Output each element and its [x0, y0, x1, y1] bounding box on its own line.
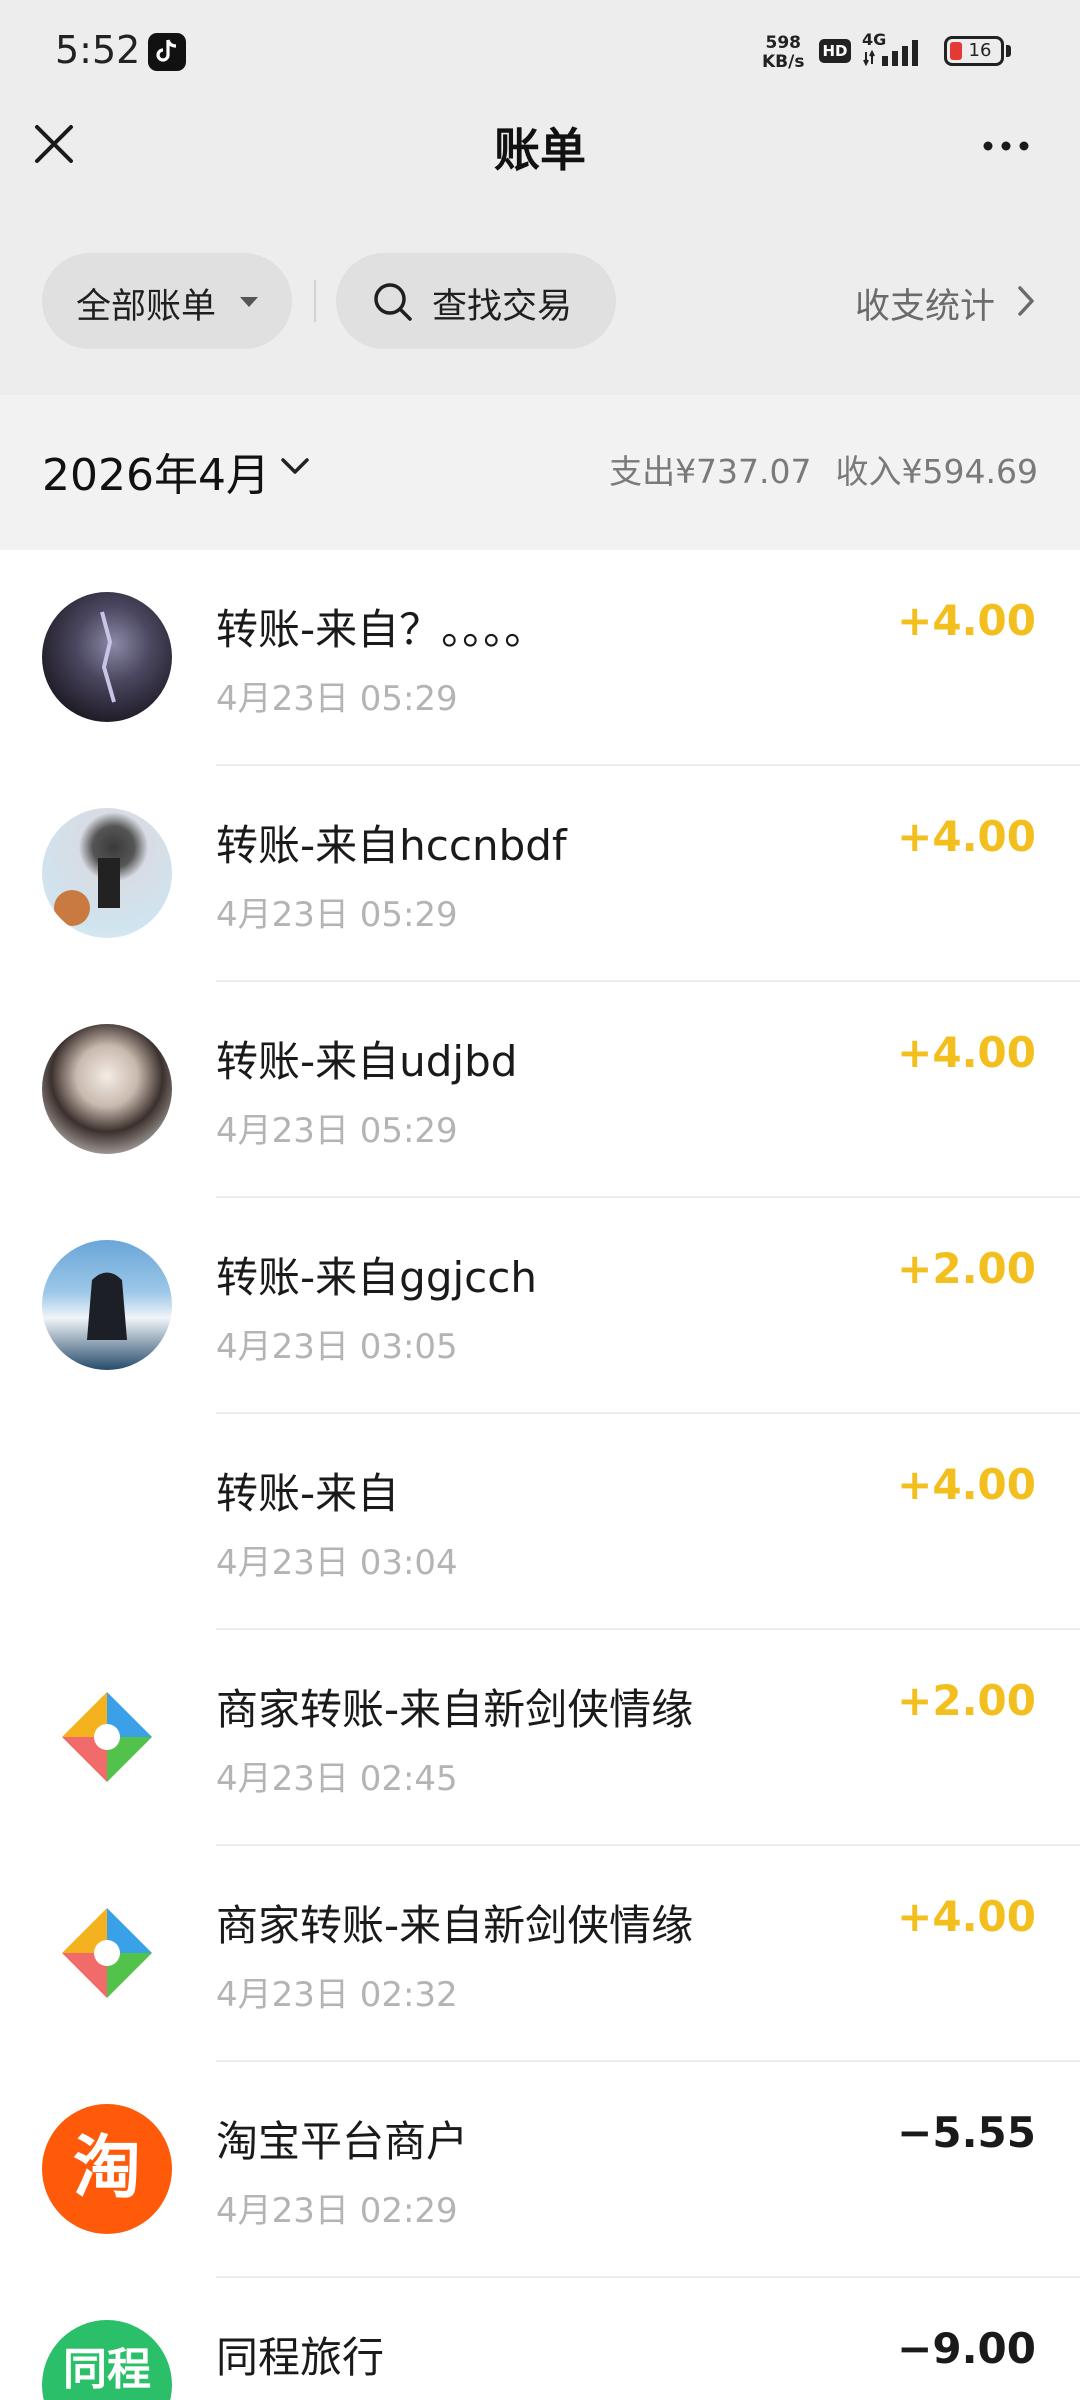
tiktok-notification-icon	[148, 33, 186, 71]
income-expense-stats-link[interactable]: 收支统计	[855, 278, 995, 329]
transaction-time: 4月23日 02:29	[216, 2191, 458, 2231]
transaction-row[interactable]: 淘 淘宝平台商户 4月23日 02:29 −5.55	[0, 2062, 1080, 2278]
chevron-down-icon[interactable]	[280, 457, 310, 477]
avatar	[42, 808, 172, 938]
month-selector[interactable]: 2026年4月	[42, 439, 270, 503]
transaction-time: 4月23日 02:45	[216, 1759, 458, 1799]
close-icon[interactable]	[32, 122, 76, 166]
transaction-title: 商家转账-来自新剑侠情缘	[216, 1901, 694, 1950]
avatar	[42, 1024, 172, 1154]
transaction-row[interactable]: 转账-来自udjbd 4月23日 05:29 +4.00	[0, 982, 1080, 1198]
status-time: 5:52	[55, 28, 141, 72]
transaction-time: 4月23日 05:29	[216, 895, 458, 935]
transaction-amount: +2.00	[897, 1244, 1036, 1293]
transaction-time: 4月23日 05:29	[216, 679, 458, 719]
transaction-row[interactable]: 同程 同程旅行 −9.00	[0, 2278, 1080, 2400]
transaction-row[interactable]: 转账-来自ggjcch 4月23日 03:05 +2.00	[0, 1198, 1080, 1414]
transaction-list: 转账-来自？。。。。 4月23日 05:29 +4.00 转账-来自hccnbd…	[0, 550, 1080, 2400]
caret-down-icon	[240, 297, 258, 307]
merchant-logo-icon	[42, 1672, 172, 1802]
transaction-row[interactable]: 转账-来自 4月23日 03:04 +4.00	[0, 1414, 1080, 1630]
transaction-time: 4月23日 03:05	[216, 1327, 458, 1367]
network-speed: 598 KB/s	[762, 34, 804, 72]
transaction-amount: +4.00	[897, 812, 1036, 861]
all-bills-filter-button[interactable]: 全部账单	[42, 253, 292, 349]
transaction-time: 4月23日 05:29	[216, 1111, 458, 1151]
transaction-row[interactable]: 商家转账-来自新剑侠情缘 4月23日 02:45 +2.00	[0, 1630, 1080, 1846]
transaction-title: 淘宝平台商户	[216, 2117, 469, 2166]
month-summary-bar: 2026年4月 支出¥737.07 收入¥594.69	[0, 395, 1080, 550]
transaction-amount: −5.55	[897, 2108, 1036, 2157]
battery-tip	[1006, 45, 1011, 57]
network-speed-unit: KB/s	[762, 52, 805, 72]
battery-icon: 16	[944, 36, 1004, 66]
month-totals: 支出¥737.07 收入¥594.69	[585, 445, 1038, 493]
avatar	[42, 592, 172, 722]
transaction-time: 4月23日 03:04	[216, 1543, 458, 1583]
search-icon	[374, 283, 412, 321]
status-bar: 5:52 598 KB/s HD 4G 16	[0, 0, 1080, 100]
transaction-amount: −9.00	[897, 2324, 1036, 2373]
search-label: 查找交易	[432, 287, 573, 327]
more-icon[interactable]	[976, 126, 1036, 166]
tongcheng-logo-icon: 同程	[42, 2320, 172, 2400]
page-title: 账单	[494, 123, 586, 177]
signal-icon	[863, 40, 918, 67]
taobao-logo-icon: 淘	[42, 2104, 172, 2234]
transaction-amount: +4.00	[897, 596, 1036, 645]
month-expense: 支出¥737.07	[609, 452, 812, 491]
month-income: 收入¥594.69	[835, 452, 1038, 491]
transaction-amount: +4.00	[897, 1892, 1036, 1941]
transaction-title: 转账-来自	[216, 1469, 400, 1518]
search-transactions-button[interactable]: 查找交易	[336, 253, 616, 349]
transaction-title: 转账-来自udjbd	[216, 1037, 518, 1086]
battery-level: 16	[968, 40, 992, 61]
transaction-row[interactable]: 商家转账-来自新剑侠情缘 4月23日 02:32 +4.00	[0, 1846, 1080, 2062]
chevron-right-icon[interactable]	[1016, 284, 1036, 318]
transaction-title: 转账-来自？。。。。	[216, 605, 547, 654]
transaction-title: 同程旅行	[216, 2333, 385, 2382]
network-speed-value: 598	[765, 33, 801, 53]
transaction-title: 转账-来自hccnbdf	[216, 821, 567, 870]
transaction-title: 商家转账-来自新剑侠情缘	[216, 1685, 694, 1734]
filter-divider	[314, 280, 316, 322]
taobao-logo-text: 淘	[72, 2129, 141, 2208]
transaction-amount: +4.00	[897, 1460, 1036, 1509]
transaction-amount: +4.00	[897, 1028, 1036, 1077]
transaction-title: 转账-来自ggjcch	[216, 1253, 537, 1302]
battery-fill	[950, 42, 962, 60]
transaction-time: 4月23日 02:32	[216, 1975, 458, 2015]
transaction-row[interactable]: 转账-来自hccnbdf 4月23日 05:29 +4.00	[0, 766, 1080, 982]
transaction-row[interactable]: 转账-来自？。。。。 4月23日 05:29 +4.00	[0, 550, 1080, 766]
hd-badge: HD	[819, 39, 851, 63]
all-bills-label: 全部账单	[76, 287, 217, 327]
avatar	[42, 1240, 172, 1370]
merchant-logo-icon	[42, 1888, 172, 2018]
transaction-amount: +2.00	[897, 1676, 1036, 1725]
